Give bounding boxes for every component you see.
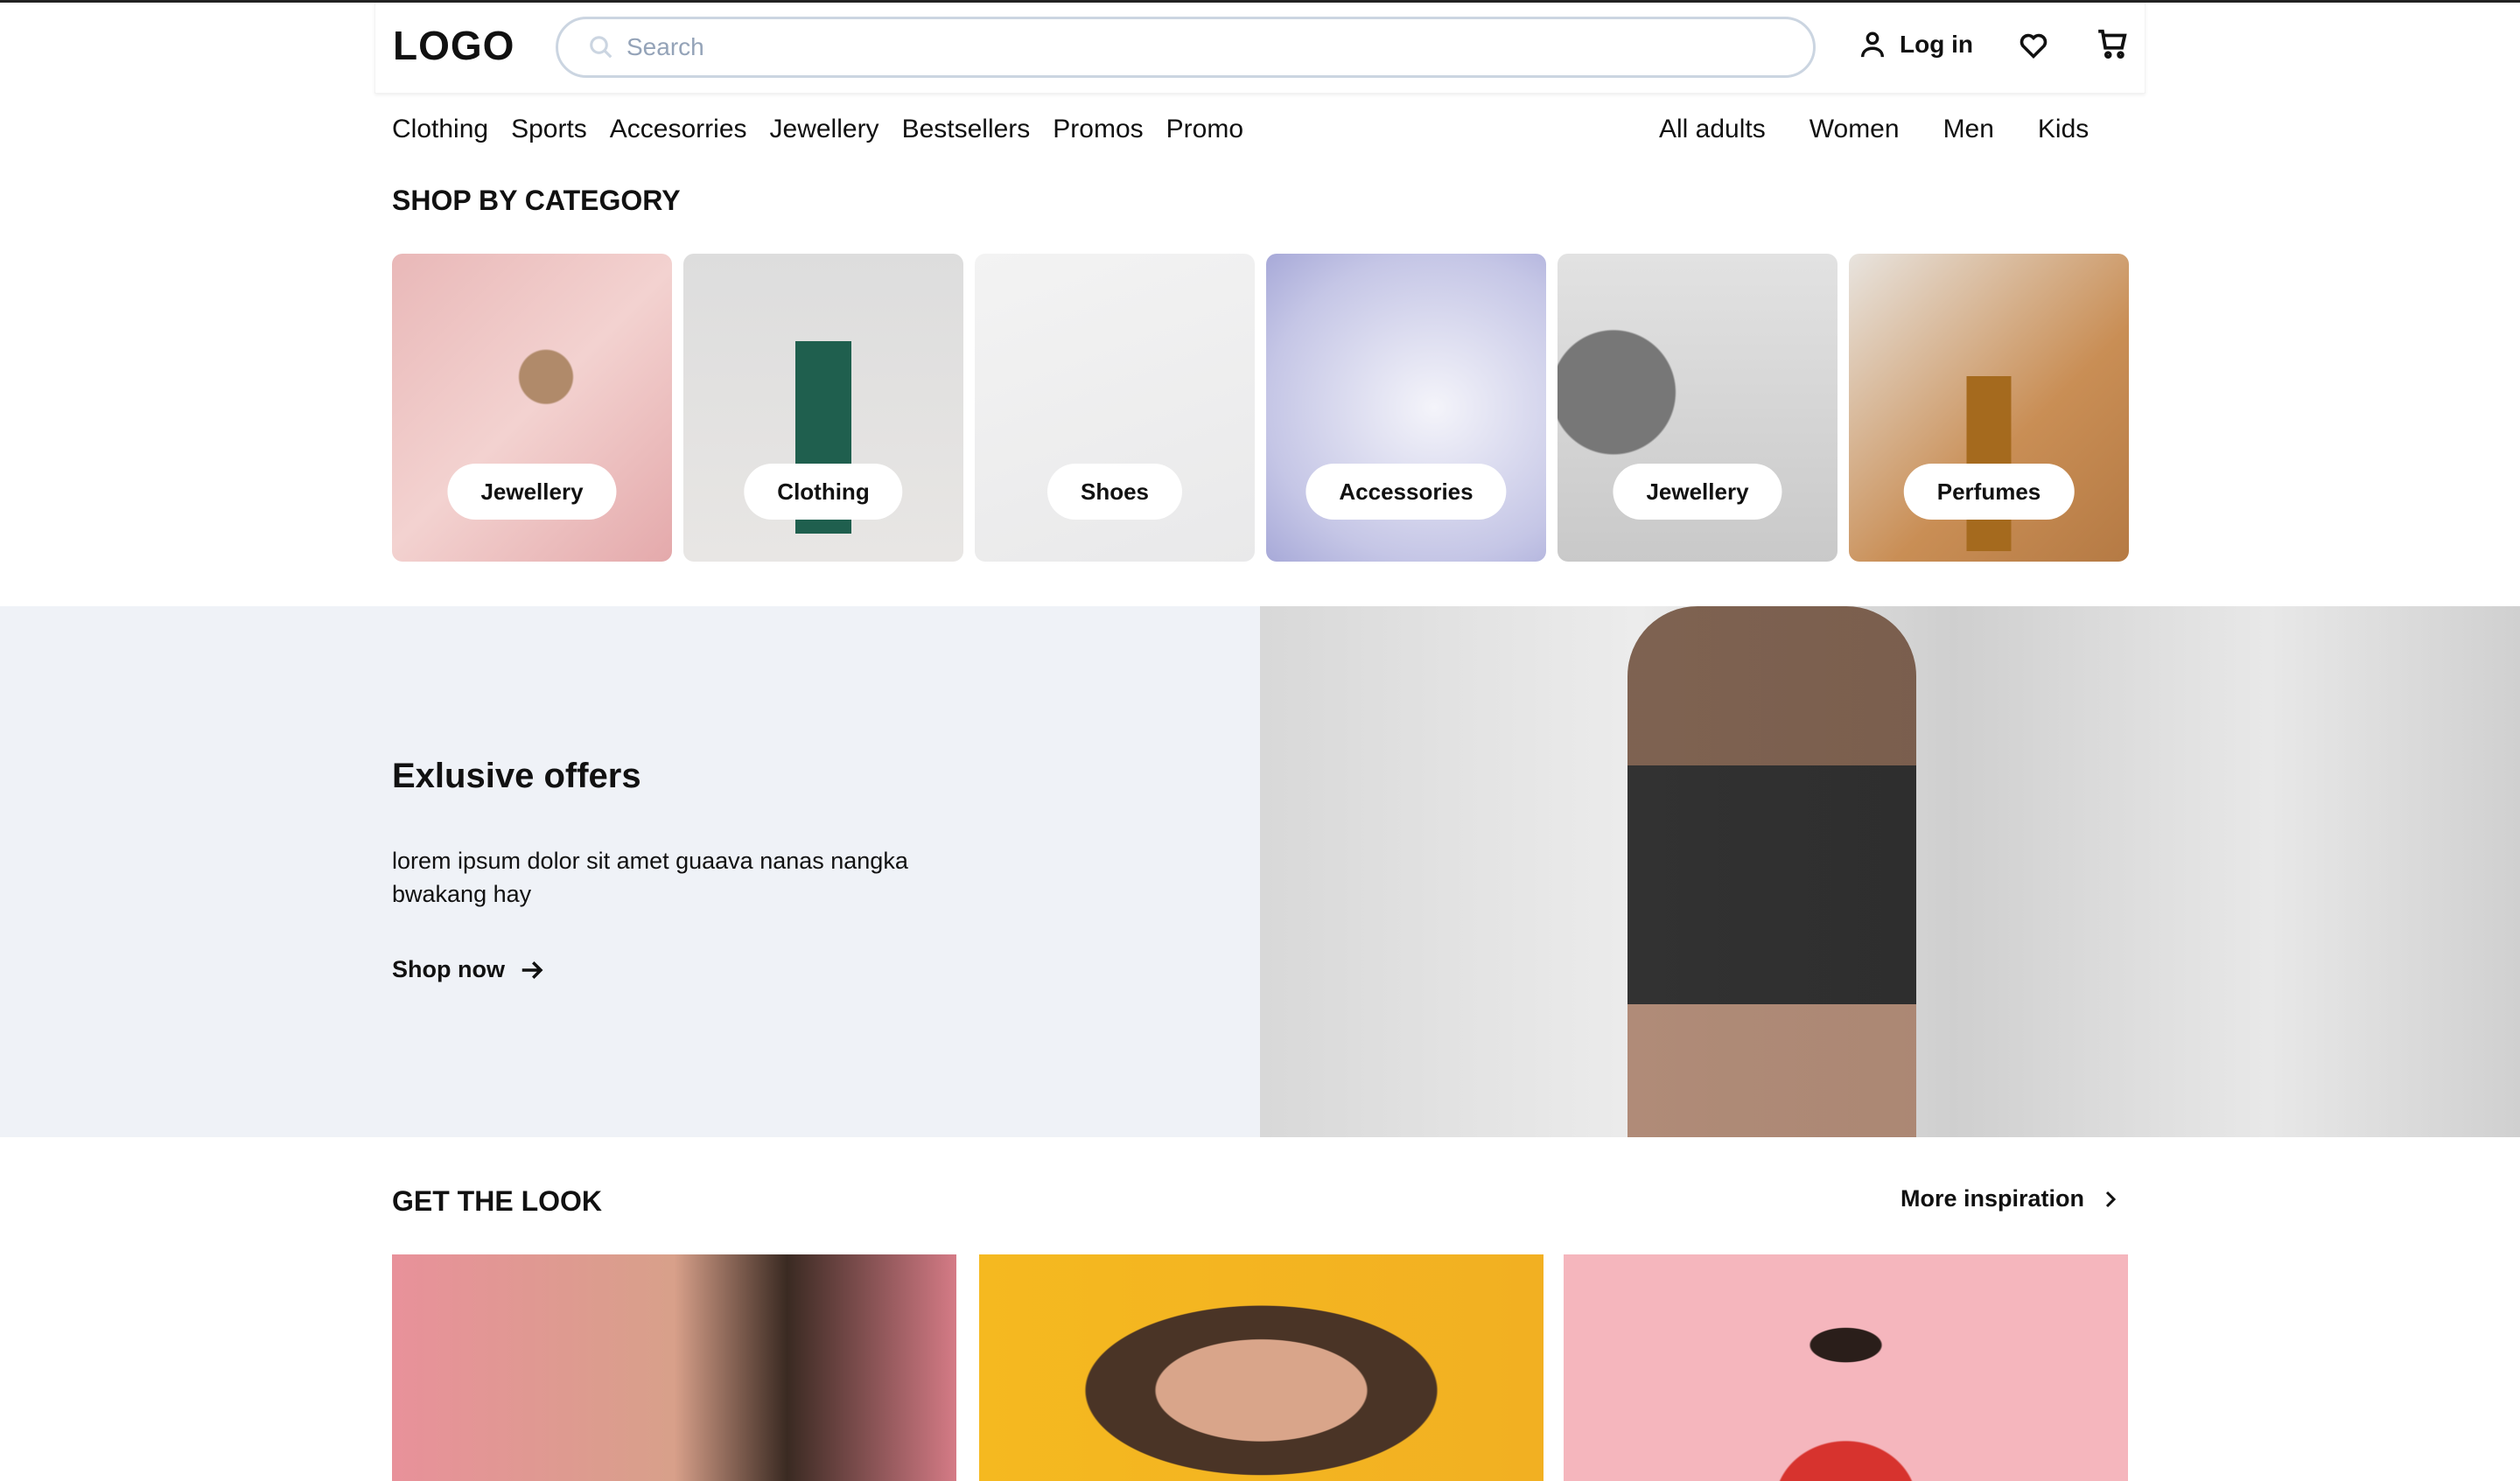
shop-now-link[interactable]: Shop now (392, 956, 545, 983)
look-image-2[interactable] (979, 1254, 1544, 1481)
nav-jewellery[interactable]: Jewellery (770, 115, 879, 144)
look-image-3[interactable] (1564, 1254, 2128, 1481)
category-card-clothing[interactable]: Clothing (683, 254, 963, 562)
category-card-shoes[interactable]: Shoes (975, 254, 1255, 562)
category-label: Clothing (744, 464, 903, 520)
nav-bestsellers[interactable]: Bestsellers (902, 115, 1031, 144)
audience-nav: All adults Women Men Kids (1659, 115, 2089, 144)
banner-title: Exlusive offers (392, 757, 641, 795)
logo[interactable]: LOGO (393, 22, 514, 69)
login-button[interactable]: Log in (1858, 29, 1973, 60)
category-card-jewellery[interactable]: Jewellery (392, 254, 672, 562)
category-label: Accessories (1306, 464, 1507, 520)
category-card-perfumes[interactable]: Perfumes (1849, 254, 2129, 562)
category-nav: Clothing Sports Accesorries Jewellery Be… (392, 115, 1243, 144)
category-label: Perfumes (1903, 464, 2075, 520)
category-label: Jewellery (447, 464, 617, 520)
shop-now-label: Shop now (392, 956, 505, 982)
nav-clothing[interactable]: Clothing (392, 115, 488, 144)
cart-icon[interactable] (2096, 27, 2129, 60)
header: LOGO Log in (374, 3, 2146, 94)
more-inspiration-label: More inspiration (1900, 1185, 2085, 1212)
nav-accessories[interactable]: Accesorries (610, 115, 747, 144)
heart-icon[interactable] (2017, 29, 2050, 60)
nav-all-adults[interactable]: All adults (1659, 115, 1766, 144)
more-inspiration-link[interactable]: More inspiration (1900, 1185, 2121, 1212)
search-input[interactable] (626, 33, 1764, 61)
category-label: Shoes (1046, 464, 1183, 520)
banner-text: lorem ipsum dolor sit amet guaava nanas … (392, 848, 908, 907)
chevron-right-icon (2105, 1191, 2117, 1207)
shop-by-category-title: SHOP BY CATEGORY (392, 185, 681, 216)
banner-image (1260, 606, 2520, 1137)
nav-sports[interactable]: Sports (511, 115, 587, 144)
user-icon (1860, 31, 1885, 58)
nav-women[interactable]: Women (1810, 115, 1900, 144)
nav-promos[interactable]: Promos (1053, 115, 1143, 144)
look-image-1[interactable] (392, 1254, 956, 1481)
search-icon (590, 36, 612, 59)
get-the-look-title: GET THE LOOK (392, 1185, 602, 1217)
search-bar[interactable] (556, 17, 1816, 78)
category-label: Jewellery (1613, 464, 1782, 520)
category-card-accessories[interactable]: Accessories (1266, 254, 1546, 562)
login-label: Log in (1900, 31, 1973, 58)
exclusive-offers-banner: Exlusive offers lorem ipsum dolor sit am… (0, 606, 1260, 1137)
nav-kids[interactable]: Kids (2038, 115, 2089, 144)
category-card-jewellery-2[interactable]: Jewellery (1558, 254, 1838, 562)
arrow-right-icon (522, 961, 543, 979)
nav-men[interactable]: Men (1943, 115, 1994, 144)
nav-promo[interactable]: Promo (1166, 115, 1243, 144)
